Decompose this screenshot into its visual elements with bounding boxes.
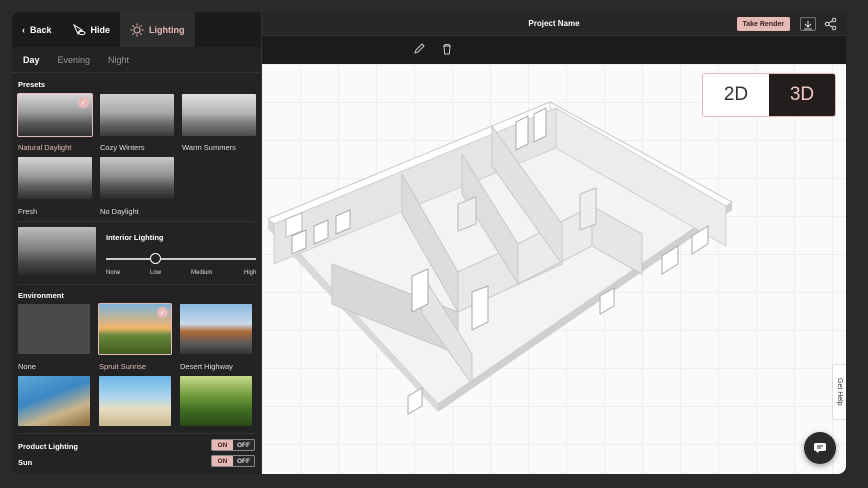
environment-desert-highway[interactable] <box>180 304 252 354</box>
viewport-3d[interactable]: 2D 3D Get Help <box>262 64 846 474</box>
hide-button[interactable]: Hide <box>62 12 121 47</box>
environment-label: Desert Highway <box>180 362 233 371</box>
back-button[interactable]: ‹ Back <box>12 12 62 47</box>
on-option[interactable]: ON <box>212 440 233 450</box>
chat-icon <box>814 443 826 453</box>
environment-beach[interactable] <box>99 376 171 426</box>
product-lighting-label: Product Lighting <box>18 442 78 451</box>
time-of-day-tabs: Day Evening Night <box>12 47 261 73</box>
sidebar-header: ‹ Back Hide Lighting <box>12 12 261 47</box>
environment-label: None <box>18 362 36 371</box>
level-label-none: None <box>106 270 121 276</box>
pencil-icon <box>414 43 425 54</box>
preset-label: Cozy Winters <box>100 143 145 152</box>
product-lighting-toggle[interactable]: ON OFF <box>211 439 255 451</box>
sun-icon <box>130 23 144 36</box>
get-help-label: Get Help <box>836 378 843 406</box>
trash-icon <box>443 44 451 55</box>
interior-lighting-preview <box>18 227 96 277</box>
back-label: Back <box>30 24 52 35</box>
interior-lighting-slider[interactable] <box>106 258 256 260</box>
preset-no-daylight[interactable] <box>100 157 174 199</box>
preset-warm-summers[interactable] <box>182 94 256 136</box>
divider <box>18 284 255 285</box>
lighting-sidebar: ‹ Back Hide Lighting Day Evening Night P… <box>12 12 262 474</box>
on-option[interactable]: ON <box>212 456 233 466</box>
chat-button[interactable] <box>804 432 836 464</box>
toolbar <box>262 36 846 64</box>
lighting-tab[interactable]: Lighting <box>120 12 195 47</box>
view-2d-button[interactable]: 2D <box>703 74 769 116</box>
take-render-button[interactable]: Take Render <box>736 17 790 31</box>
preset-label: Fresh <box>18 207 38 216</box>
environment-label: Spruit Sunrise <box>99 362 147 371</box>
interior-lighting-knob[interactable] <box>150 252 161 264</box>
download-icon <box>804 21 812 30</box>
cursor-eye-icon <box>72 23 86 35</box>
chevron-left-icon: ‹ <box>22 24 25 35</box>
tab-evening[interactable]: Evening <box>58 55 91 65</box>
check-icon: ✓ <box>78 97 89 108</box>
share-button[interactable] <box>824 17 838 31</box>
check-icon: ✓ <box>157 307 168 318</box>
top-bar: Project Name Take Render <box>262 12 846 36</box>
edit-button[interactable] <box>412 42 426 56</box>
preset-label: Natural Daylight <box>18 143 72 152</box>
level-label-low: Low <box>150 270 162 276</box>
environment-forest[interactable] <box>180 376 252 426</box>
off-option[interactable]: OFF <box>233 456 254 466</box>
floorplan-3d-model[interactable] <box>262 64 846 474</box>
preset-label: Warm Summers <box>182 143 236 152</box>
hide-label: Hide <box>90 24 111 35</box>
environment-heading: Environment <box>18 291 64 300</box>
view-3d-button[interactable]: 3D <box>769 74 835 116</box>
preset-fresh[interactable] <box>18 157 92 199</box>
view-mode-toggle: 2D 3D <box>702 73 836 117</box>
preset-cozy-winters[interactable] <box>100 94 174 136</box>
download-button[interactable] <box>800 17 816 31</box>
off-option[interactable]: OFF <box>233 440 254 450</box>
app-window: Project Name Take Render 2D 3D Get Help … <box>12 12 846 474</box>
delete-button[interactable] <box>440 42 454 56</box>
divider <box>18 221 255 222</box>
get-help-tab[interactable]: Get Help <box>832 364 846 420</box>
tab-day[interactable]: Day <box>23 55 40 65</box>
sun-toggle[interactable]: ON OFF <box>211 455 255 467</box>
tab-night[interactable]: Night <box>108 55 129 65</box>
interior-lighting-heading: Interior Lighting <box>106 233 164 242</box>
environment-coast[interactable] <box>18 376 90 426</box>
environment-spruit-sunrise[interactable]: ✓ <box>98 303 172 355</box>
preset-label: No Daylight <box>100 207 139 216</box>
level-label-medium: Medium <box>191 270 213 276</box>
divider <box>18 433 255 434</box>
lighting-label: Lighting <box>149 24 185 35</box>
sun-label: Sun <box>18 458 33 467</box>
level-label-high: High <box>244 270 257 276</box>
share-icon <box>824 17 837 31</box>
environment-none[interactable] <box>18 304 90 354</box>
preset-natural-daylight[interactable]: ✓ <box>17 93 93 137</box>
presets-heading: Presets <box>18 80 46 89</box>
